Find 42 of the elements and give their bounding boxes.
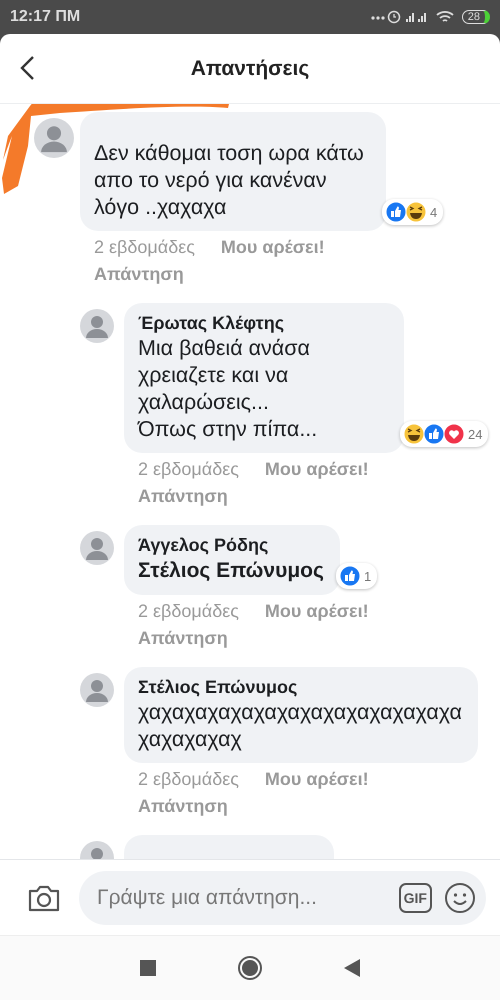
laughing-emoji-icon — [405, 201, 427, 223]
reply-link[interactable]: Απάντηση — [124, 796, 228, 817]
author-name[interactable]: Έρωτας Κλέφτης — [138, 311, 388, 335]
tagged-name[interactable]: Στέλιος Επώνυμος — [138, 557, 324, 585]
like-link[interactable]: Μου αρέσει! — [264, 459, 369, 480]
recent-apps-icon[interactable] — [139, 959, 157, 977]
back-nav-icon[interactable] — [343, 958, 361, 978]
like-link[interactable]: Μου αρέσει! — [220, 237, 325, 258]
author-name[interactable]: Άγγελος Ρόδης — [138, 533, 324, 557]
reaction-badge[interactable]: 4 — [382, 199, 444, 225]
like-icon — [423, 423, 445, 445]
battery-indicator: 28 — [462, 10, 490, 24]
author-name[interactable]: Στέλιος Επώνυμος — [138, 675, 462, 699]
comment-text: Μια βαθειά ανάσα χρειαζετε και να χαλαρώσεις... Όπως στην πίπα... — [138, 335, 318, 443]
status-icons — [370, 9, 428, 25]
reply-link[interactable]: Απάντηση — [124, 486, 228, 507]
like-link[interactable]: Μου αρέσει! — [264, 769, 369, 790]
reply-field[interactable]: Γράψτε μια απάντηση... GIF — [79, 870, 486, 924]
like-link[interactable]: Μου αρέσει! — [264, 601, 369, 622]
like-icon — [385, 201, 407, 223]
reaction-badge[interactable]: 24 — [400, 421, 488, 447]
comment-text: Δεν κάθομαι τοση ωρα κάτω απο το νερό για κανέναν λόγο ..χαχαχα — [94, 140, 365, 221]
clock: 12:17 ΠΜ — [10, 8, 80, 26]
avatar[interactable] — [34, 118, 74, 158]
home-icon[interactable] — [237, 955, 263, 981]
reply-link[interactable]: Απάντηση — [124, 628, 228, 649]
gif-button[interactable]: GIF — [398, 882, 432, 912]
avatar[interactable] — [80, 673, 114, 707]
reply-link[interactable]: Απάντηση — [80, 264, 184, 285]
wifi-icon — [436, 10, 454, 24]
like-icon — [338, 565, 361, 587]
reaction-badge[interactable]: 1 — [336, 563, 378, 589]
avatar[interactable] — [80, 531, 114, 565]
laughing-emoji-icon — [403, 423, 425, 445]
timestamp: 2 εβδομάδες — [138, 459, 239, 480]
page-title: Απαντήσεις — [190, 56, 310, 80]
comment-text: χαχαχαχαχαχαχαχαχαχαχαχαχαχα χαχαχαχαχ — [138, 699, 462, 753]
timestamp: 2 εβδομάδες — [138, 601, 239, 622]
avatar[interactable] — [80, 309, 114, 343]
timestamp: 2 εβδομάδες — [138, 769, 239, 790]
emoji-icon[interactable] — [444, 882, 476, 914]
timestamp: 2 εβδομάδες — [94, 237, 195, 258]
